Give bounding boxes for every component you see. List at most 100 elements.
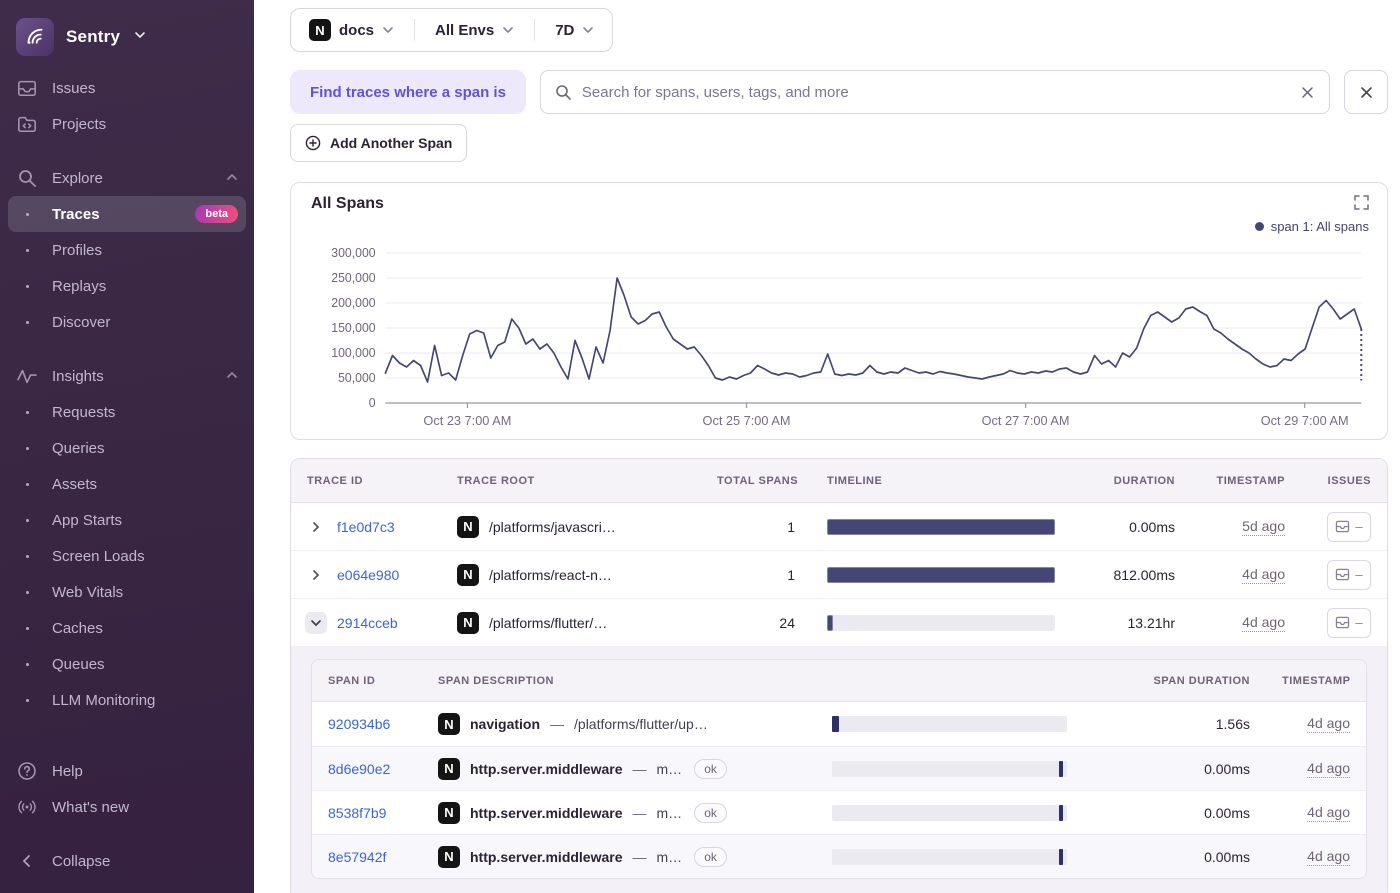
trace-root-cell: N/platforms/react-n… [441,563,701,586]
sidebar-item-label: Screen Loads [52,547,145,565]
sidebar-item-llm-monitoring[interactable]: LLM Monitoring [0,682,254,718]
plus-circle-icon [305,135,321,151]
line-chart-svg: 300,000 250,000 200,000 150,000 100,000 50,00… [331,246,1363,428]
sidebar-item-queues[interactable]: Queues [0,646,254,682]
date-range-selector[interactable]: 7D [551,22,598,39]
org-switcher[interactable]: Sentry [0,10,254,70]
sidebar-item-discover[interactable]: Discover [0,304,254,340]
col-span-id: SPAN ID [328,674,376,687]
trace-id-cell: 2914cceb [291,611,441,634]
separator: — [632,804,647,821]
nextjs-platform-icon: N [309,19,331,41]
span-timeline-cell [816,804,1136,821]
sidebar-item-label: Replays [52,277,107,295]
sidebar-item-label: Requests [52,403,116,421]
span-status-badge: ok [694,802,727,823]
span-description-cell: Nhttp.server.middleware — m… ok [422,801,816,824]
span-timestamp-cell: 4d ago [1266,804,1366,822]
environment-value: All Envs [435,21,495,39]
expand-fullscreen-icon[interactable] [1354,195,1369,215]
sidebar-item-help[interactable]: Help [0,753,254,789]
span-table-row: 920934b6 Nnavigation — /platforms/flutter/u… [312,702,1366,746]
sidebar-item-replays[interactable]: Replays [0,268,254,304]
add-another-span-button[interactable]: Add Another Span [290,124,468,162]
all-spans-line-chart: 300,000 250,000 200,000 150,000 100,000 50,00… [301,233,1377,433]
sidebar-collapse-button[interactable]: Collapse [0,843,254,879]
col-timeline: TIMELINE [827,474,883,487]
issues-chip-button[interactable]: – [1327,559,1371,590]
bullet-icon [16,626,38,630]
span-timeline-cell [816,760,1136,777]
environment-selector[interactable]: All Envs [431,22,518,39]
remove-span-filter-button[interactable] [1344,70,1388,114]
sidebar-item-label: Assets [52,475,98,493]
trace-id-link[interactable]: f1e0d7c3 [337,519,395,535]
clear-search-icon[interactable] [1300,85,1315,100]
legend-dot-icon [1254,222,1264,231]
trace-root-text: /platforms/flutter/… [489,614,608,631]
span-search-box[interactable] [539,70,1330,114]
project-selector[interactable]: N docs [305,19,398,41]
bullet-icon [16,284,38,288]
sidebar-section-insights[interactable]: Insights [0,358,254,394]
sidebar-item-queries[interactable]: Queries [0,430,254,466]
separator: — [550,716,565,732]
sidebar-item-profiles[interactable]: Profiles [0,232,254,268]
sidebar-item-app-starts[interactable]: App Starts [0,502,254,538]
expand-row-button[interactable] [305,564,327,586]
span-id-link[interactable]: 920934b6 [328,716,390,732]
timestamp-value: 5d ago [1242,517,1285,536]
sidebar-item-label: Profiles [52,241,103,259]
chevron-up-icon [226,368,238,385]
chevron-left-icon [16,854,38,868]
projects-icon [16,114,38,134]
sidebar-item-assets[interactable]: Assets [0,466,254,502]
sidebar-item-what-s-new[interactable]: What's new [0,789,254,825]
bullet-icon [16,320,38,324]
issues-cell: – [1301,511,1387,542]
chevron-up-icon [226,170,238,187]
sidebar-item-traces[interactable]: Traces beta [8,196,246,232]
span-id-link[interactable]: 8e57942f [328,849,386,865]
sidebar-footer: Help What's new [0,753,254,825]
issues-chip-button[interactable]: – [1327,511,1371,542]
legend-label: span 1: All spans [1270,219,1369,234]
nextjs-platform-icon: N [457,611,479,634]
span-id-link[interactable]: 8538f7b9 [328,805,386,821]
timestamp-value: 4d ago [1307,847,1350,866]
sidebar-item-projects[interactable]: Projects [0,106,254,142]
nextjs-platform-icon: N [457,515,479,538]
sidebar-item-label: What's new [52,798,130,816]
trace-id-link[interactable]: e064e980 [337,567,399,583]
col-timestamp: TIMESTAMP [1216,474,1285,487]
sidebar-item-label: Issues [52,79,96,97]
find-traces-label: Find traces where a span is [290,70,526,114]
span-search-input[interactable] [581,83,1290,101]
bullet-icon [16,482,38,486]
sidebar-item-issues[interactable]: Issues [0,70,254,106]
traces-table: TRACE ID TRACE ROOT TOTAL SPANS TIMELINE… [290,458,1388,893]
bullet-icon [16,410,38,414]
chart-legend-item[interactable]: span 1: All spans [1254,219,1369,234]
span-timestamp-cell: 4d ago [1266,715,1366,733]
span-id-link[interactable]: 8d6e90e2 [328,761,390,777]
trace-table-row: e064e980 N/platforms/react-n… 1 812.00ms 4d … [291,551,1387,599]
sidebar-section-explore[interactable]: Explore [0,160,254,196]
span-duration-cell: 1.56s [1215,716,1250,732]
traces-table-header: TRACE ID TRACE ROOT TOTAL SPANS TIMELINE… [291,459,1387,503]
issues-chip-button[interactable]: – [1327,607,1371,638]
trace-root-text: /platforms/javascri… [489,518,616,535]
span-id-cell: 8d6e90e2 [312,761,422,777]
sidebar-item-caches[interactable]: Caches [0,610,254,646]
col-duration: DURATION [1113,474,1175,487]
sidebar-item-web-vitals[interactable]: Web Vitals [0,574,254,610]
sidebar-item-screen-loads[interactable]: Screen Loads [0,538,254,574]
expand-row-button[interactable] [305,516,327,538]
collapse-row-button[interactable] [305,611,327,634]
svg-text:Oct 29 7:00 AM: Oct 29 7:00 AM [1261,413,1349,428]
timestamp-value: 4d ago [1242,613,1285,632]
span-table-row: 8d6e90e2 Nhttp.server.middleware — m… ok 0.00… [312,746,1366,790]
sidebar-item-requests[interactable]: Requests [0,394,254,430]
trace-id-link[interactable]: 2914cceb [337,615,398,631]
help-icon [16,761,38,781]
